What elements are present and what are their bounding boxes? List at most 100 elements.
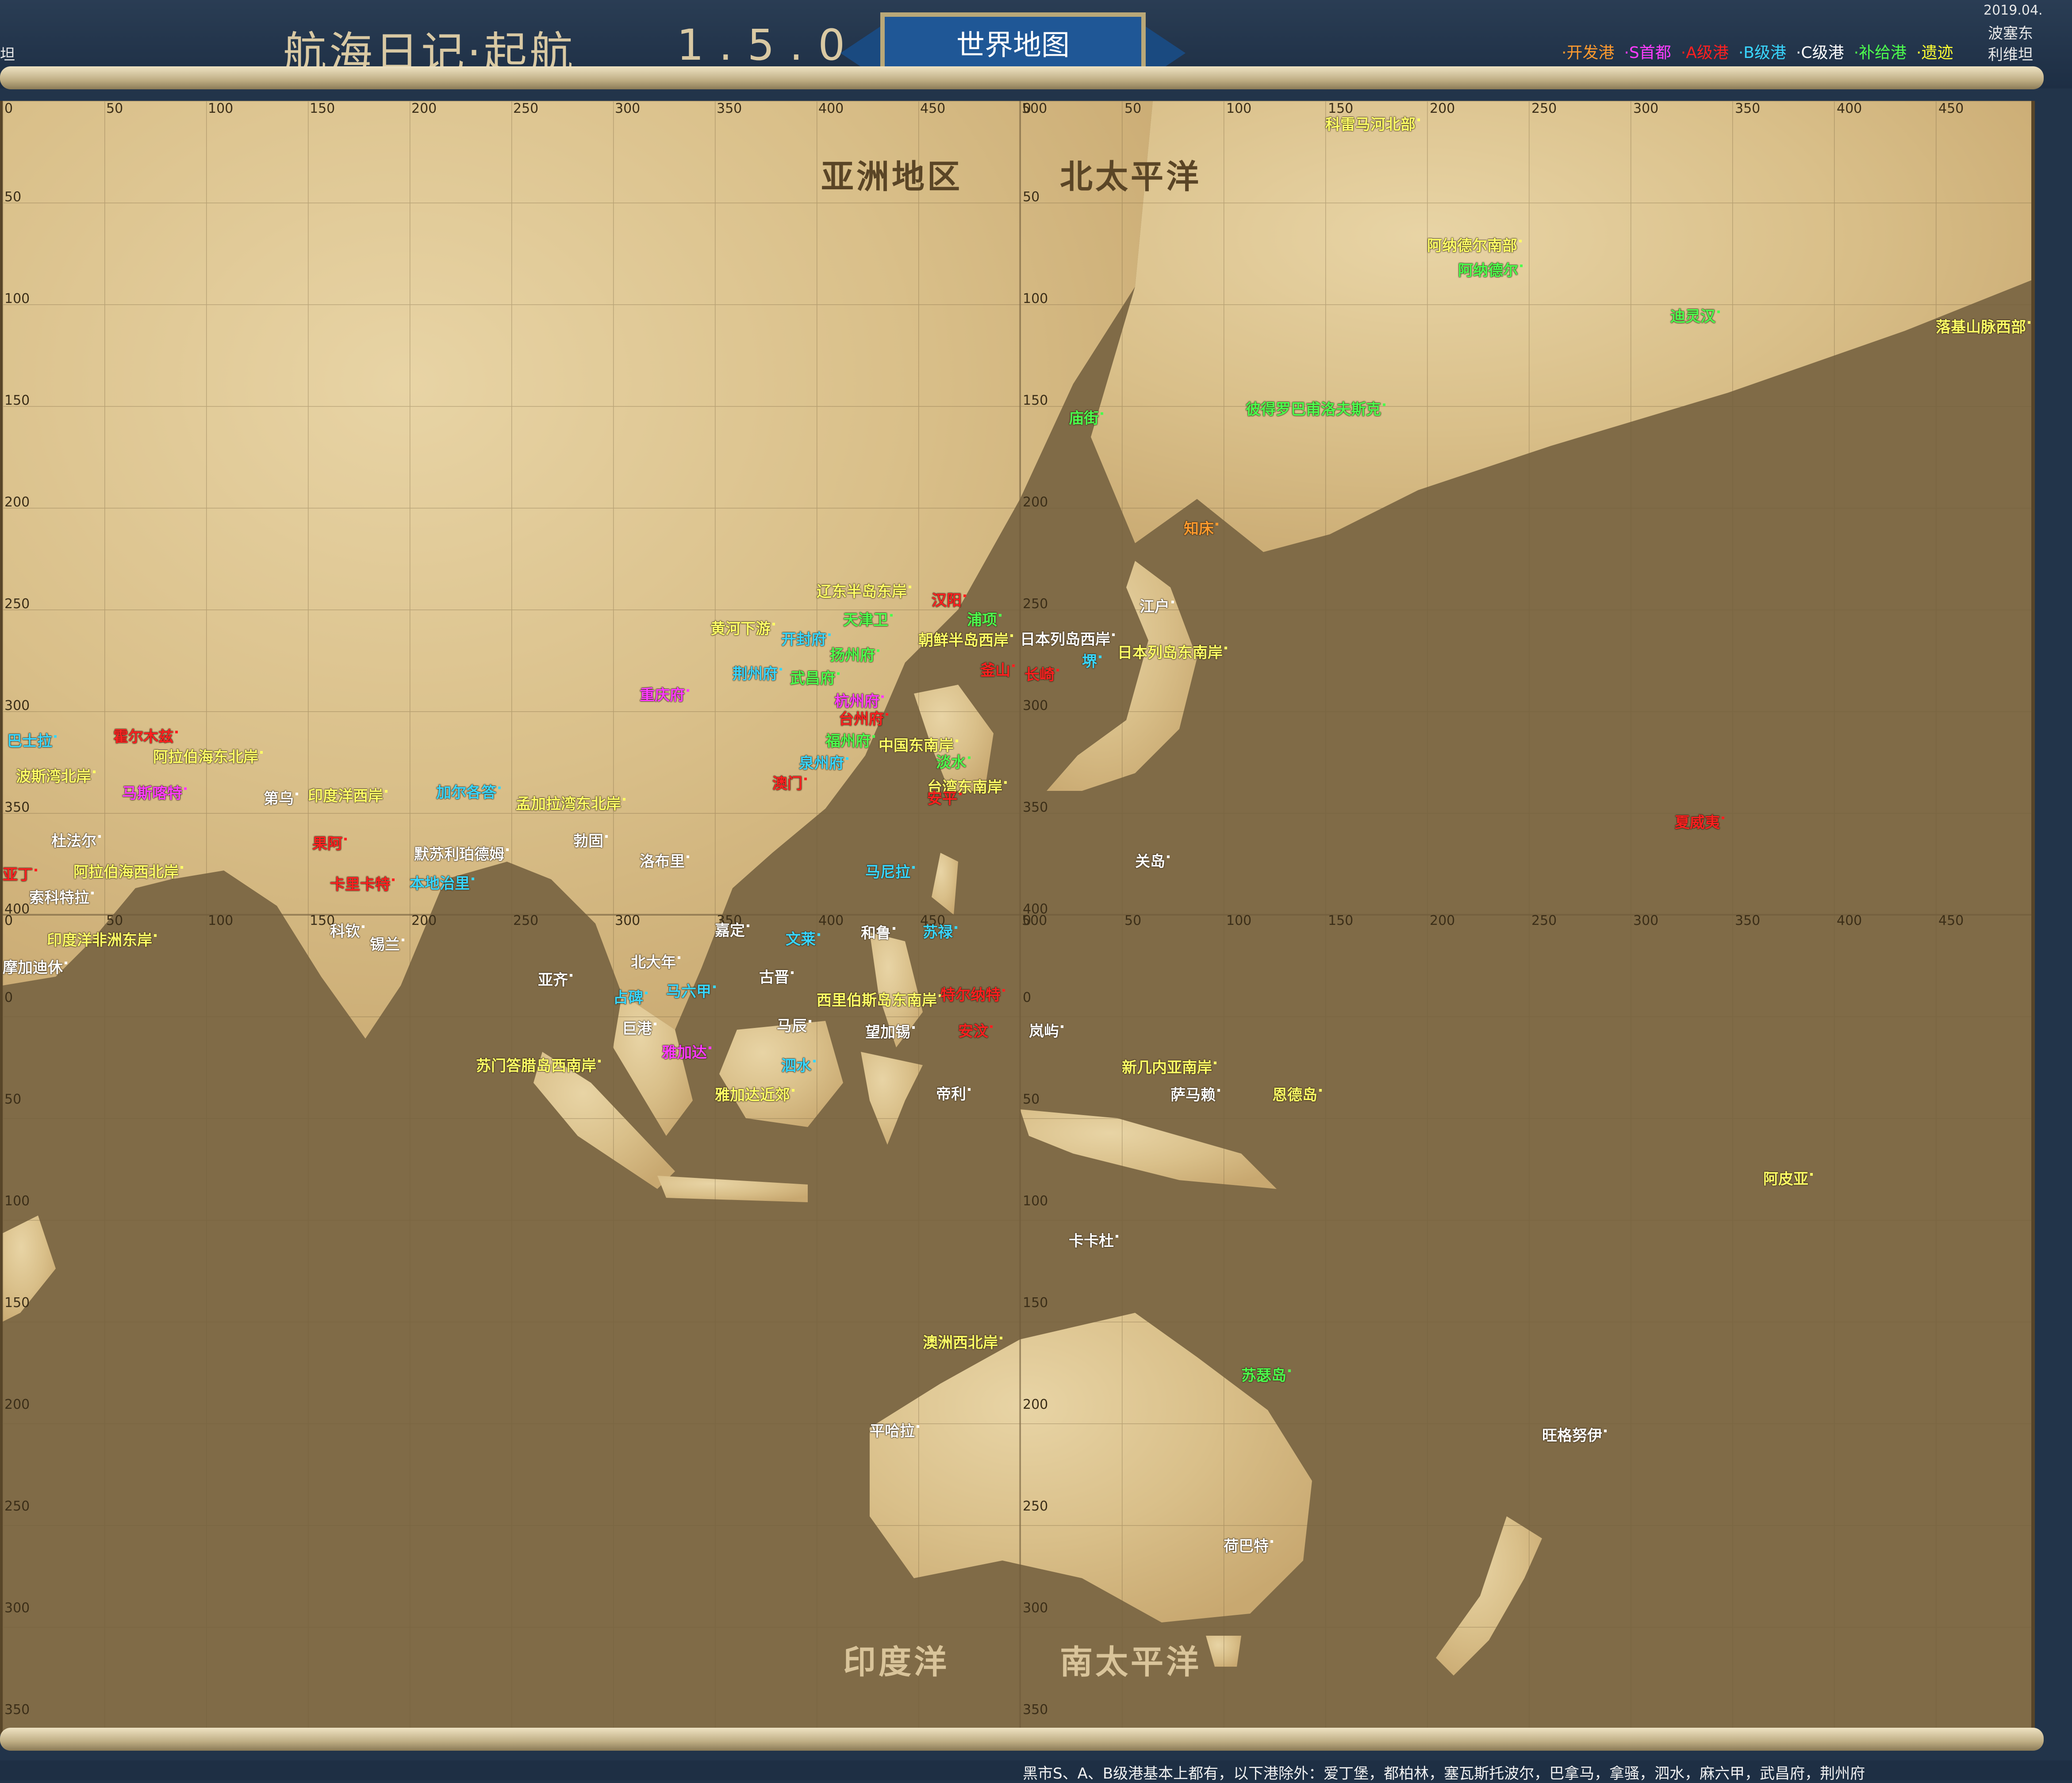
- port-label[interactable]: 淡水: [936, 750, 971, 772]
- port-label[interactable]: 马六甲: [666, 979, 716, 1001]
- port-label[interactable]: 卡里卡特: [330, 872, 395, 894]
- port-label[interactable]: 江户: [1140, 594, 1174, 616]
- port-label[interactable]: 科钦: [330, 919, 365, 941]
- port-label[interactable]: 霍尔木兹: [113, 725, 178, 746]
- axis-tick-label: 150: [4, 1295, 30, 1311]
- port-label[interactable]: 天津卫: [843, 608, 893, 629]
- port-label[interactable]: 马斯喀特: [122, 781, 187, 803]
- port-label[interactable]: 摩加迪休: [3, 955, 67, 977]
- axis-tick-label: 100: [1226, 101, 1252, 116]
- port-label[interactable]: 洛布里: [640, 849, 689, 871]
- port-label[interactable]: 和鲁: [861, 921, 895, 943]
- port-label[interactable]: 雅加达: [662, 1040, 711, 1062]
- port-label[interactable]: 日本列岛东南岸: [1117, 640, 1227, 662]
- port-label[interactable]: 重庆府: [640, 683, 689, 705]
- port-label[interactable]: 卡卡杜: [1069, 1229, 1118, 1250]
- port-label[interactable]: 孟加拉湾东北岸: [516, 792, 625, 813]
- port-label[interactable]: 迪灵汉: [1670, 304, 1720, 326]
- port-label[interactable]: 堺: [1082, 649, 1101, 671]
- port-label[interactable]: 亚丁: [3, 863, 37, 884]
- port-label[interactable]: 亚齐: [538, 968, 572, 989]
- port-label[interactable]: 汉阳: [932, 588, 966, 610]
- port-label[interactable]: 西里伯斯岛东南岸: [817, 988, 941, 1010]
- port-label[interactable]: 平哈拉: [870, 1419, 919, 1441]
- port-label[interactable]: 印度洋西岸: [308, 784, 388, 805]
- port-label[interactable]: 阿拉伯海西北岸: [73, 860, 183, 882]
- port-label[interactable]: 岚屿: [1029, 1019, 1063, 1041]
- port-label[interactable]: 朝鲜半岛西岸: [918, 628, 1013, 650]
- port-label[interactable]: 古晋: [759, 965, 794, 987]
- port-label[interactable]: 马尼拉: [865, 860, 915, 882]
- legend-item: ·遗迹: [1916, 44, 1953, 62]
- axis-tick-label: 400: [1837, 101, 1862, 116]
- port-label[interactable]: 占碑: [613, 985, 648, 1007]
- port-label[interactable]: 勃固: [573, 829, 608, 851]
- port-label[interactable]: 长崎: [1024, 663, 1059, 684]
- port-label[interactable]: 澳门: [772, 771, 807, 793]
- port-label[interactable]: 印度洋非洲东岸: [47, 928, 157, 950]
- port-label[interactable]: 泗水: [781, 1054, 816, 1075]
- port-label[interactable]: 阿拉伯海东北岸: [153, 745, 263, 767]
- port-label[interactable]: 加尔各答: [436, 780, 501, 802]
- port-label[interactable]: 黄河下游: [710, 617, 775, 638]
- black-market-note: 黑市S、A、B级港基本上都有，以下港除外：爱丁堡，都柏林，塞瓦斯托波尔，巴拿马，…: [1023, 1765, 1865, 1783]
- port-label[interactable]: 浦项: [967, 608, 1001, 629]
- port-label[interactable]: 恩德岛: [1272, 1083, 1322, 1104]
- axis-tick-label: 250: [1023, 1499, 1048, 1514]
- axis-tick-label: 350: [717, 101, 742, 116]
- port-label[interactable]: 苏禄: [923, 920, 957, 942]
- port-label[interactable]: 巴士拉: [7, 729, 57, 751]
- port-label[interactable]: 阿纳德尔: [1458, 258, 1523, 280]
- port-label[interactable]: 荆州府: [733, 662, 782, 683]
- port-label[interactable]: 嘉定: [715, 918, 749, 940]
- port-label[interactable]: 阿皮亚: [1763, 1167, 1813, 1189]
- port-label[interactable]: 福州府: [825, 729, 875, 751]
- port-label[interactable]: 泉州府: [799, 751, 848, 773]
- port-label[interactable]: 雅加达近郊: [715, 1083, 794, 1104]
- port-label[interactable]: 萨马赖: [1170, 1083, 1220, 1104]
- port-label[interactable]: 苏瑟岛: [1241, 1363, 1291, 1385]
- port-label[interactable]: 釜山: [980, 658, 1015, 680]
- port-label[interactable]: 索科特拉: [29, 886, 94, 907]
- port-label[interactable]: 文莱: [786, 927, 820, 949]
- port-label[interactable]: 关岛: [1135, 849, 1170, 871]
- port-label[interactable]: 日本列岛西岸: [1020, 627, 1115, 649]
- port-label[interactable]: 望加锡: [865, 1020, 915, 1042]
- port-label[interactable]: 默苏利珀德姆: [414, 842, 509, 864]
- port-label[interactable]: 开封府: [781, 627, 831, 649]
- port-label[interactable]: 第乌: [264, 786, 298, 808]
- port-label[interactable]: 知床: [1184, 517, 1218, 538]
- port-label[interactable]: 荷巴特: [1224, 1534, 1273, 1556]
- port-label[interactable]: 马辰: [777, 1014, 811, 1035]
- port-label[interactable]: 彼得罗巴甫洛夫斯克: [1246, 397, 1385, 419]
- port-label[interactable]: 本地治里: [410, 871, 474, 893]
- port-label[interactable]: 特尔纳特: [940, 983, 1005, 1005]
- port-label[interactable]: 澳洲西北岸: [923, 1331, 1002, 1352]
- port-label[interactable]: 果阿: [312, 832, 347, 853]
- port-label[interactable]: 苏门答腊岛西南岸: [476, 1054, 601, 1075]
- port-label[interactable]: 锡兰: [370, 932, 404, 954]
- port-label[interactable]: 武昌府: [790, 666, 840, 688]
- port-label[interactable]: 新几内亚南岸: [1122, 1055, 1216, 1077]
- port-label[interactable]: 波斯湾北岸: [16, 764, 96, 786]
- port-label[interactable]: 台州府: [839, 707, 888, 729]
- ghost-port-label-1: 波塞东: [1988, 25, 2033, 42]
- axis-tick-label: 250: [1531, 101, 1557, 116]
- port-label[interactable]: 落基山脉西部: [1936, 315, 2030, 337]
- port-label[interactable]: 巨港: [622, 1016, 656, 1038]
- world-map[interactable]: 0 50 100 150 200 250 300 350 400 450 500 0 50 100 150 2…: [0, 101, 2035, 1735]
- region-asia: 亚洲地区: [821, 158, 963, 196]
- port-label[interactable]: 夏威夷: [1675, 810, 1724, 832]
- port-label[interactable]: 安平: [927, 786, 962, 808]
- port-label[interactable]: 阿纳德尔南部: [1427, 234, 1522, 255]
- port-label[interactable]: 杜法尔: [51, 829, 101, 851]
- port-label[interactable]: 北大年: [631, 950, 680, 972]
- port-label[interactable]: 庙街: [1069, 406, 1103, 428]
- port-label[interactable]: 旺格努伊: [1542, 1423, 1607, 1445]
- port-label[interactable]: 帝利: [936, 1082, 971, 1104]
- game-version: 1.5.0: [677, 20, 860, 70]
- port-label[interactable]: 科雷马河北部: [1325, 112, 1420, 134]
- port-label[interactable]: 安汶: [958, 1019, 993, 1041]
- port-label[interactable]: 辽东半岛东岸: [817, 579, 911, 601]
- port-label[interactable]: 扬州府: [830, 643, 879, 665]
